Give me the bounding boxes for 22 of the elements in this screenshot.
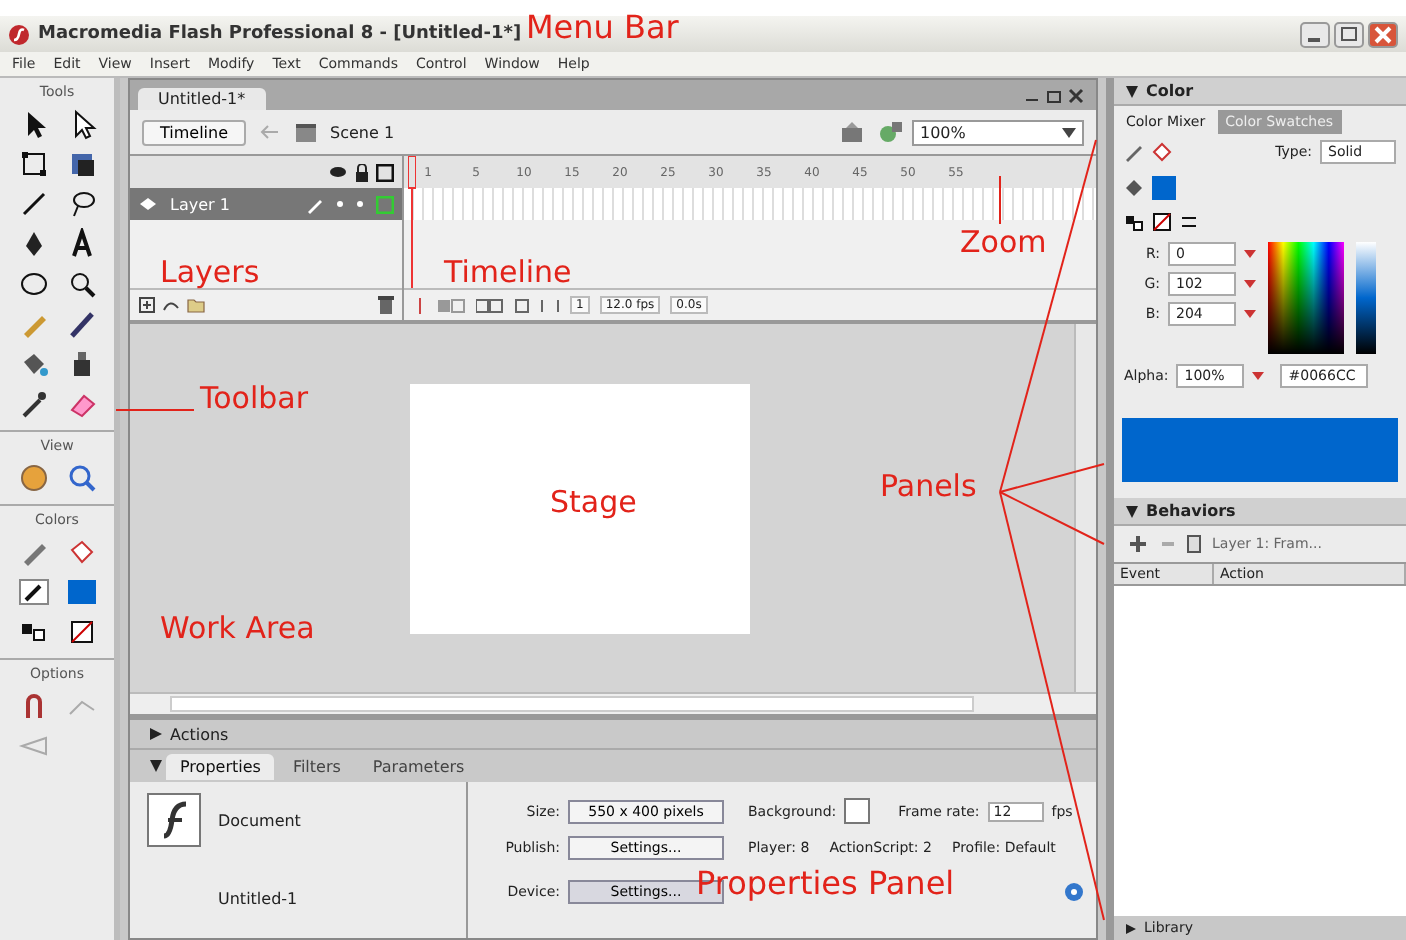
document-label: Document [218, 811, 303, 829]
panel-tab[interactable]: Parameters [358, 753, 479, 779]
annotation-label: Work Area [160, 610, 315, 646]
layer-row[interactable]: Layer 1 [130, 188, 402, 220]
panel-title[interactable]: Color [1146, 82, 1194, 100]
zoom-select[interactable]: 100% [912, 119, 1084, 145]
document-tab[interactable]: Untitled-1* [138, 88, 266, 110]
annotation-label: Layers [160, 254, 260, 290]
annotation-label: Stage [550, 484, 637, 520]
timeline-button[interactable]: Timeline [142, 119, 247, 145]
panel-tab[interactable]: Filters [278, 753, 355, 779]
document-name: Untitled-1 [218, 889, 300, 907]
annotation-label: Timeline [444, 254, 572, 290]
annotation-label: Toolbar [200, 380, 309, 416]
annotation-label: Menu Bar [526, 8, 679, 46]
window-title: Macromedia Flash Professional 8 - [Untitled-1*] [38, 24, 522, 44]
annotation-label: Panels [880, 468, 977, 504]
scene-label[interactable]: Scene 1 [330, 123, 395, 141]
panel-title[interactable]: Behaviors [1146, 502, 1236, 520]
annotation-label: Zoom [960, 224, 1047, 260]
panel-tab[interactable]: Properties [166, 753, 275, 779]
panel-title[interactable]: Actions [170, 725, 229, 743]
